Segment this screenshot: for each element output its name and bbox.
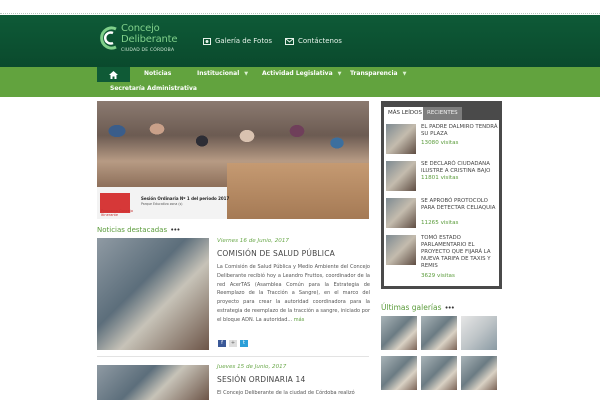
hero-caption: Programa Concejo Itinerante Sesión Ordin… — [97, 187, 230, 219]
nav-item-secretaria-administrativa[interactable]: Secretaría Administrativa — [110, 85, 197, 92]
camera-icon — [203, 38, 211, 45]
list-item-thumbnail — [386, 235, 416, 265]
contact-link-label: Contáctenos — [298, 37, 342, 45]
gallery-thumbnail[interactable] — [381, 356, 417, 390]
nav-item-institucional[interactable]: Institucional ▼ — [197, 70, 248, 77]
news-section-title-text: Noticias destacadas — [97, 226, 168, 234]
home-icon — [109, 70, 118, 79]
nav-item-label: Noticias — [144, 70, 172, 77]
list-item[interactable]: TOMÓ ESTADO PARLAMENTARIO EL PROYECTO QU… — [386, 233, 498, 283]
main-nav: Noticias Institucional ▼ Actividad Legisl… — [0, 67, 600, 97]
envelope-icon — [285, 37, 294, 45]
article-excerpt-text: La Comisión de Salud Pública y Medio Amb… — [217, 264, 370, 323]
logo-mark-icon — [100, 26, 117, 50]
article-title[interactable]: COMISIÓN DE SALUD PÚBLICA — [217, 249, 335, 258]
hero-caption-title: Sesión Ordinaria Nº 1 del periodo 2017 — [141, 196, 230, 201]
site-header: Concejo Deliberante CIUDAD DE CÓRDOBA Ga… — [0, 15, 600, 67]
nav-item-label: Actividad Legislativa — [262, 70, 333, 77]
logo-text-line3: CIUDAD DE CÓRDOBA — [121, 48, 175, 53]
hero-image[interactable]: Programa Concejo Itinerante Sesión Ordin… — [97, 101, 369, 219]
gallery-thumbnail[interactable] — [421, 356, 457, 390]
tab-recientes[interactable]: RECIENTES — [423, 107, 462, 120]
nav-item-actividad-legislativa[interactable]: Actividad Legislativa ▼ — [262, 70, 342, 77]
article-image[interactable] — [97, 238, 209, 350]
tab-mas-leidos[interactable]: MÁS LEÍDOS — [384, 107, 426, 120]
contact-link[interactable]: Contáctenos — [285, 37, 342, 45]
chevron-down-icon: ▼ — [402, 71, 407, 77]
list-item-thumbnail — [386, 124, 416, 154]
article-title[interactable]: SESIÓN ORDINARIA 14 — [217, 375, 306, 384]
list-item[interactable]: EL PADRE DALMIRO TENDRÁ SU PLAZA 13080 v… — [386, 122, 498, 156]
list-item-views: 11801 visitas — [421, 175, 459, 181]
list-item-views: 13080 visitas — [421, 140, 459, 146]
nav-item-label: Secretaría Administrativa — [110, 85, 197, 92]
share-buttons: f + t — [218, 340, 248, 347]
page: Concejo Deliberante CIUDAD DE CÓRDOBA Ga… — [0, 0, 600, 400]
popular-list: EL PADRE DALMIRO TENDRÁ SU PLAZA 13080 v… — [384, 120, 499, 286]
nav-item-transparencia[interactable]: Transparencia ▼ — [350, 70, 406, 77]
list-item[interactable]: SE DECLARÓ CIUDADANA ILUSTRE A CRISTINA … — [386, 159, 498, 193]
galleries-title: Últimas galerías ••• — [381, 303, 455, 312]
list-item-thumbnail — [386, 198, 416, 228]
gallery-thumbnail[interactable] — [461, 316, 497, 350]
dots-icon: ••• — [170, 226, 180, 234]
chevron-down-icon: ▼ — [337, 71, 342, 77]
nav-item-label: Transparencia — [350, 70, 398, 77]
article-separator — [97, 356, 369, 357]
hero-photo-desk — [227, 163, 369, 219]
list-item-views: 3629 visitas — [421, 273, 455, 279]
galleries-title-text: Últimas galerías — [381, 303, 442, 312]
list-item-title: SE APROBÓ PROTOCOLO PARA DETECTAR CELIAQ… — [421, 198, 496, 211]
logo-text-line2: Deliberante — [121, 34, 178, 45]
list-item[interactable]: SE APROBÓ PROTOCOLO PARA DETECTAR CELIAQ… — [386, 196, 498, 230]
hero-caption-subtitle: Parque Educativo zona (s) — [141, 202, 183, 206]
logo-text-line1: Concejo — [121, 23, 160, 34]
gallery-thumbnail[interactable] — [461, 356, 497, 390]
gallery-link[interactable]: Galería de Fotos — [203, 37, 272, 45]
news-section-title: Noticias destacadas ••• — [97, 226, 181, 234]
read-more-link[interactable]: más — [294, 317, 305, 323]
gallery-thumbnail[interactable] — [421, 316, 457, 350]
gallery-thumbnail[interactable] — [381, 316, 417, 350]
article-excerpt: El Concejo Deliberante de la ciudad de C… — [217, 390, 355, 396]
list-item-thumbnail — [386, 161, 416, 191]
hero-caption-logo-text: Programa Concejo Itinerante — [101, 209, 134, 217]
article-image[interactable] — [97, 365, 209, 400]
article-date: Viernes 16 de Junio, 2017 — [217, 238, 289, 244]
list-item-views: 11265 visitas — [421, 220, 459, 226]
list-item-title: SE DECLARÓ CIUDADANA ILUSTRE A CRISTINA … — [421, 161, 491, 174]
chevron-down-icon: ▼ — [244, 71, 249, 77]
dots-icon: ••• — [444, 304, 455, 312]
article-date: Jueves 15 de Junio, 2017 — [217, 364, 287, 370]
facebook-icon[interactable]: f — [218, 340, 226, 347]
plus-icon[interactable]: + — [229, 340, 237, 347]
nav-home[interactable] — [97, 67, 130, 82]
top-strip — [0, 0, 600, 14]
gallery-link-label: Galería de Fotos — [215, 37, 273, 45]
site-logo[interactable]: Concejo Deliberante CIUDAD DE CÓRDOBA — [97, 21, 179, 61]
twitter-icon[interactable]: t — [240, 340, 248, 347]
article-excerpt: La Comisión de Salud Pública y Medio Amb… — [217, 263, 370, 325]
nav-item-noticias[interactable]: Noticias — [144, 70, 171, 77]
list-item-title: EL PADRE DALMIRO TENDRÁ SU PLAZA — [421, 124, 498, 137]
nav-item-label: Institucional — [197, 70, 240, 77]
list-item-title: TOMÓ ESTADO PARLAMENTARIO EL PROYECTO QU… — [421, 235, 491, 269]
popular-widget: MÁS LEÍDOS RECIENTES EL PADRE DALMIRO TE… — [381, 101, 502, 289]
